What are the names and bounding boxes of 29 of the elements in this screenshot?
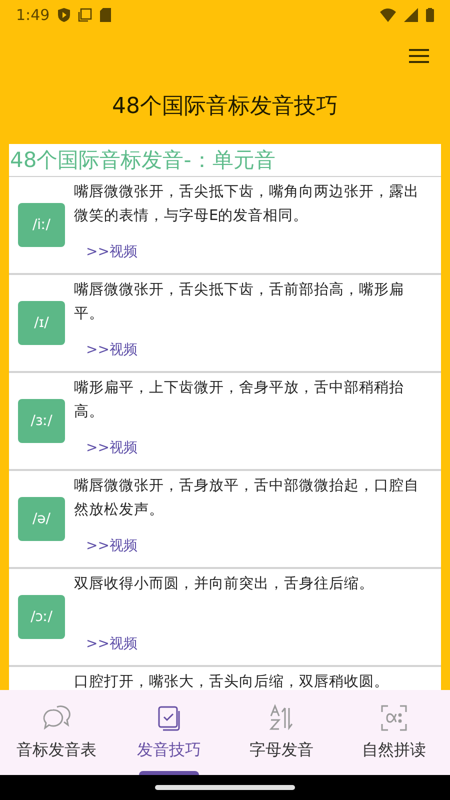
video-link[interactable]: >>视频 bbox=[86, 438, 138, 459]
pronunciation-description: 口腔打开，嘴张大，舌头向后缩，双唇稍收圆。 bbox=[74, 673, 390, 690]
section-heading: 48个国际音标发音-：单元音 bbox=[9, 144, 441, 177]
signal-icon bbox=[404, 8, 418, 22]
sort-az-icon bbox=[267, 704, 296, 732]
shield-icon bbox=[58, 8, 70, 22]
window-icon bbox=[78, 8, 92, 22]
nav-tab[interactable]: 发音技巧 bbox=[112, 690, 225, 775]
speech-bubbles-icon bbox=[41, 704, 72, 732]
nav-tab[interactable]: 音标发音表 bbox=[0, 690, 112, 775]
video-link[interactable]: >>视频 bbox=[86, 340, 138, 361]
pronunciation-description: 双唇收得小而圆，并向前突出，舌身往后缩。 bbox=[74, 575, 375, 594]
wifi-icon bbox=[380, 8, 396, 22]
menu-icon bbox=[408, 48, 430, 64]
status-time: 1:49 bbox=[16, 4, 50, 26]
sd-card-icon bbox=[100, 8, 111, 22]
video-link[interactable]: >>视频 bbox=[86, 536, 138, 557]
nav-tab[interactable]: 字母发音 bbox=[225, 690, 338, 775]
pronunciation-description: 嘴唇微微张开，舌尖抵下齿，嘴角向两边张开，露出微笑的表情，与字母E的发音相同。 bbox=[74, 183, 420, 226]
pronunciation-description: 嘴唇微微张开，舌尖抵下齿，舌前部抬高，嘴形扁平。 bbox=[74, 280, 405, 324]
page-title: 48个国际音标发音技巧 bbox=[112, 93, 338, 121]
alpha-frame-icon bbox=[380, 704, 408, 732]
pronunciation-description: 嘴形扁平，上下齿微开，舍身平放，舌中部稍稍抬高。 bbox=[74, 378, 405, 422]
nav-tab[interactable]: 自然拼读 bbox=[338, 690, 450, 775]
active-indicator bbox=[138, 771, 199, 775]
pronunciation-description: 嘴唇微微张开，舌身放平，舌中部微微抬起，口腔自然放松发声。 bbox=[74, 476, 420, 520]
battery-icon bbox=[426, 8, 434, 22]
video-link[interactable]: >>视频 bbox=[86, 634, 138, 655]
video-link[interactable]: >>视频 bbox=[86, 242, 138, 263]
